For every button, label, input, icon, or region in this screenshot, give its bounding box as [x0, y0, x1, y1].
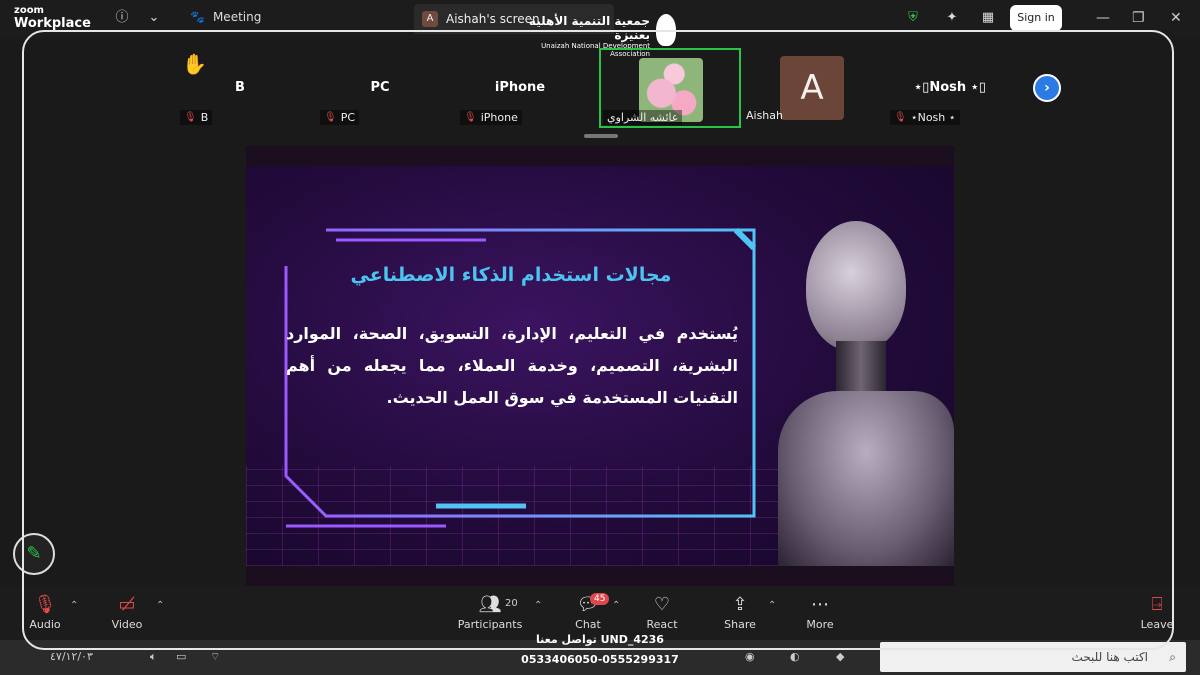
taskbar-search-input[interactable]: اكتب هنا للبحث ⌕ [880, 642, 1186, 672]
leave-label: Leave [1140, 618, 1174, 631]
video-label: Video [111, 618, 143, 631]
brand-bottom: Workplace [14, 16, 91, 31]
slide-title: مجالات استخدام الذكاء الاصطناعي [350, 264, 672, 286]
brand-top: zoom [14, 5, 44, 16]
slide-body: يُستخدم في التعليم، الإدارة، التسويق، ال… [286, 324, 738, 407]
association-logo: جمعية التنمية الأهلية بعنيزة Unaizah Nat… [500, 14, 680, 58]
participant-label: عائشه الشراوي [603, 110, 683, 125]
minimize-icon[interactable]: — [1096, 10, 1110, 26]
contact-overlay: تواصل معنا UND_4236 0533406050-055529931… [484, 630, 716, 674]
participants-strip: B 🎙︎ B PC 🎙︎ PC iPhone 🎙︎ iPhone عائشه ا… [170, 48, 1070, 132]
participant-name: PC [370, 80, 390, 95]
participant-label-text: Aishah [746, 109, 783, 122]
app-brand: zoom Workplace [14, 5, 91, 31]
sparkle-icon[interactable]: ✦ [944, 10, 960, 26]
annotate-pen-button[interactable]: ✎ [13, 533, 55, 575]
react-button[interactable]: ♡ React [627, 594, 697, 631]
chrome-icon[interactable]: ◉ [745, 650, 755, 663]
chevron-down-icon[interactable]: ⌄ [146, 10, 162, 26]
contact-phones: 0533406050-0555299317 [521, 653, 679, 666]
participant-label: Aishah [742, 108, 787, 123]
mic-off-icon: 🎙︎ [464, 112, 477, 123]
volume-icon[interactable]: 🔈︎ [150, 650, 157, 664]
audio-options-caret-icon[interactable]: ⌃ [70, 600, 78, 611]
app-icon[interactable]: ◆ [836, 650, 844, 663]
participant-tile[interactable]: B 🎙︎ B [170, 48, 310, 128]
video-button[interactable]: ▭̸ Video [92, 594, 162, 631]
participant-tile[interactable]: ⋆▯Nosh ⋆▯ 🎙︎ ⋆Nosh ⋆ [880, 48, 1020, 128]
heart-icon: ♡ [653, 594, 671, 615]
tab-meeting-label: Meeting [212, 10, 262, 24]
mic-off-icon: 🎙︎ [324, 112, 337, 123]
share-arrow-icon: ⇪ [732, 594, 748, 615]
participant-label-text: PC [340, 111, 356, 124]
chat-caret-icon[interactable]: ⌃ [612, 600, 620, 611]
participant-name: ⋆▯Nosh ⋆▯ [914, 80, 986, 95]
participant-tile[interactable]: A Aishah [740, 48, 880, 128]
participant-avatar: A [780, 56, 844, 120]
taskbar-date: ٤٧/١٢/٠٣ [50, 650, 93, 663]
close-icon[interactable]: ✕ [1170, 10, 1182, 26]
contact-social-handle: تواصل معنا UND_4236 [536, 633, 664, 646]
participant-tile[interactable]: iPhone 🎙︎ iPhone [450, 48, 590, 128]
video-off-icon: ▭̸ [118, 594, 136, 615]
participants-caret-icon[interactable]: ⌃ [534, 600, 542, 611]
participant-label: 🎙︎ PC [320, 110, 360, 125]
info-icon[interactable]: ⓘ [114, 10, 130, 26]
taskbar-search-placeholder: اكتب هنا للبحث [1071, 650, 1148, 664]
logo-mark-icon [656, 14, 676, 46]
participant-tile[interactable]: PC 🎙︎ PC [310, 48, 450, 128]
participant-label-text: iPhone [480, 111, 518, 124]
more-button[interactable]: ⋯ More [785, 594, 855, 631]
participant-name: B [235, 80, 245, 95]
screen-tab-avatar: A [422, 11, 438, 27]
shared-screen: مجالات استخدام الذكاء الاصطناعي يُستخدم … [246, 146, 954, 586]
share-button[interactable]: ⇪ Share [705, 594, 775, 631]
edge-icon[interactable]: ◐ [790, 650, 800, 663]
participant-label-text: B [200, 111, 209, 124]
tab-meeting[interactable]: 🐾 Meeting [190, 10, 261, 24]
participant-label-text: عائشه الشراوي [607, 111, 679, 124]
logo-arabic: جمعية التنمية الأهلية بعنيزة [528, 14, 650, 42]
leave-button[interactable]: ⍈ Leave [1122, 594, 1192, 631]
next-participants-button[interactable]: › [1033, 74, 1061, 102]
more-dots-icon: ⋯ [811, 594, 829, 615]
participant-label-text: ⋆Nosh ⋆ [910, 111, 956, 124]
sign-in-button[interactable]: Sign in [1010, 5, 1062, 31]
shield-icon[interactable]: ⛨ [905, 10, 921, 26]
participant-label: 🎙︎ ⋆Nosh ⋆ [890, 110, 960, 125]
share-caret-icon[interactable]: ⌃ [768, 600, 776, 611]
search-icon: ⌕ [1169, 650, 1176, 664]
chat-unread-badge: 45 [590, 593, 610, 605]
more-label: More [806, 618, 834, 631]
paw-icon: 🐾 [190, 10, 205, 24]
participants-count: 20 [505, 598, 518, 609]
participant-label: 🎙︎ B [180, 110, 213, 125]
participant-label: 🎙︎ iPhone [460, 110, 522, 125]
presentation-slide: مجالات استخدام الذكاء الاصطناعي يُستخدم … [246, 166, 954, 566]
apps-grid-icon[interactable]: ▦ [980, 10, 996, 26]
strip-resize-handle[interactable] [584, 134, 618, 138]
robot-image [806, 221, 906, 351]
mic-off-icon: 🎙︎ [184, 112, 197, 123]
video-options-caret-icon[interactable]: ⌃ [156, 600, 164, 611]
restore-icon[interactable]: ❐ [1132, 10, 1145, 26]
mic-off-icon: 🎙︎ [894, 112, 907, 123]
wifi-icon[interactable]: ⌔ [210, 650, 220, 664]
battery-icon[interactable]: ▭ [176, 650, 186, 663]
participant-name: iPhone [494, 80, 546, 95]
participant-tile-active-speaker[interactable]: عائشه الشراوي [599, 48, 741, 128]
audio-label: Audio [29, 618, 61, 631]
leave-door-icon: ⍈ [1151, 594, 1163, 615]
robot-body [778, 391, 954, 566]
